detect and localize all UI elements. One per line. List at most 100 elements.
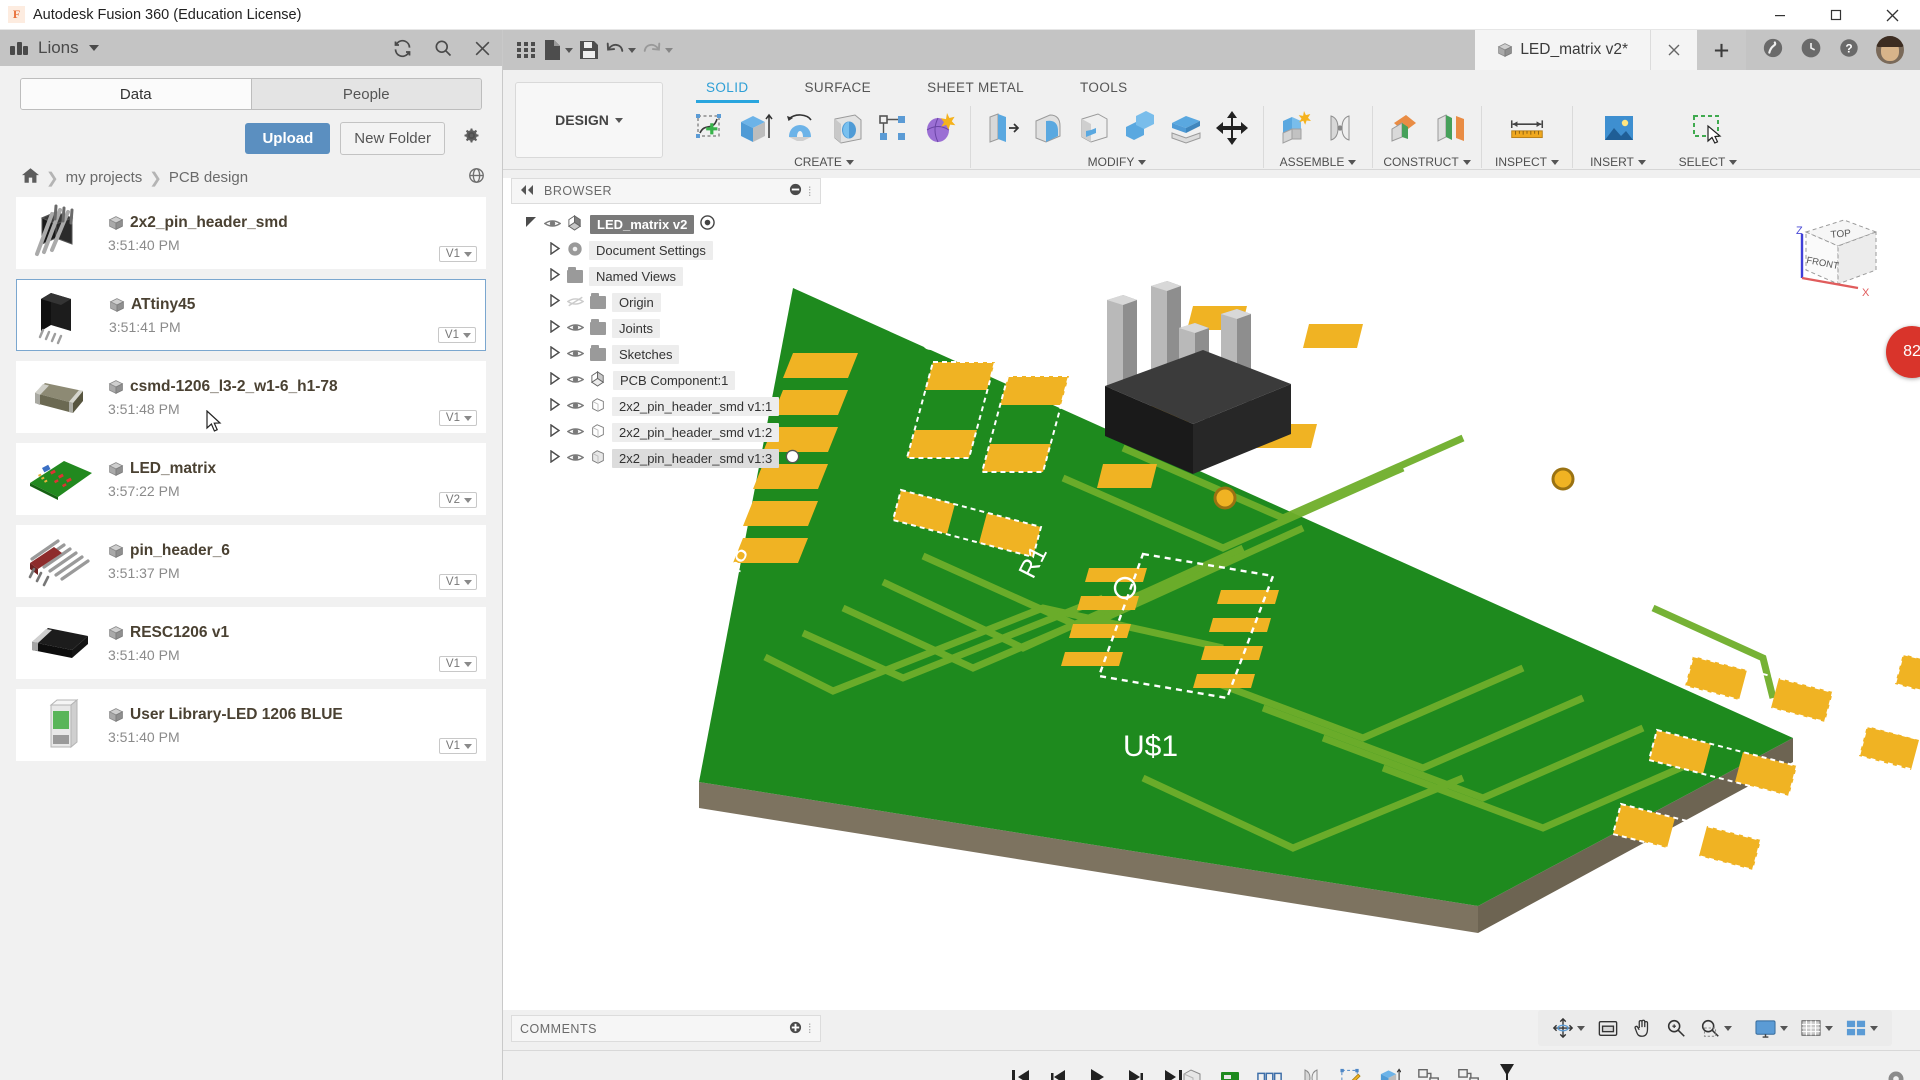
- tree-item-pcb-component[interactable]: PCB Component:1: [511, 367, 821, 393]
- plane-at-angle-icon[interactable]: [1427, 106, 1473, 150]
- tab-sheet-metal[interactable]: SHEET METAL: [899, 74, 1052, 103]
- create-sketch-icon[interactable]: [686, 106, 732, 150]
- redo-icon[interactable]: [642, 41, 673, 59]
- revolve-icon[interactable]: [778, 106, 824, 150]
- expand-triangle-right-icon[interactable]: [549, 345, 561, 362]
- close-panel-icon[interactable]: [473, 39, 492, 58]
- view-cube[interactable]: TOP FRONT Z X: [1772, 206, 1892, 316]
- visibility-eye-icon[interactable]: [566, 373, 585, 388]
- list-item[interactable]: pin_header_6 3:51:37 PM V1: [16, 525, 486, 597]
- display-settings-icon[interactable]: [1750, 1018, 1792, 1039]
- minimize-button[interactable]: [1752, 0, 1808, 30]
- zoom-window-icon[interactable]: [1695, 1017, 1736, 1039]
- sketch-icon[interactable]: [1339, 1067, 1362, 1080]
- browser-resize-handle[interactable]: ⁞: [808, 184, 812, 199]
- tab-solid[interactable]: SOLID: [678, 74, 777, 103]
- tab-people[interactable]: People: [250, 79, 481, 109]
- search-icon[interactable]: [433, 38, 453, 58]
- list-item[interactable]: LED_matrix 3:57:22 PM V2: [16, 443, 486, 515]
- step-forward-icon[interactable]: [1125, 1068, 1145, 1080]
- paste-new-icon[interactable]: [1457, 1067, 1481, 1080]
- fillet-icon[interactable]: [1025, 106, 1071, 150]
- timeline-marker-icon[interactable]: [1497, 1063, 1517, 1080]
- tree-item-pin-header-2[interactable]: 2x2_pin_header_smd v1:2: [511, 419, 821, 445]
- grid-snap-icon[interactable]: [1796, 1018, 1837, 1038]
- save-icon[interactable]: [579, 40, 599, 60]
- tree-item-pin-header-3[interactable]: 2x2_pin_header_smd v1:3: [511, 445, 821, 471]
- new-component-icon[interactable]: [1272, 106, 1318, 150]
- breadcrumb-pcb-design[interactable]: PCB design: [169, 169, 248, 186]
- list-item[interactable]: ATtiny45 3:51:41 PM V1: [16, 279, 486, 351]
- measure-icon[interactable]: [1504, 106, 1550, 150]
- insert-image-icon[interactable]: [1595, 106, 1641, 150]
- ribbon-group-modify-label[interactable]: MODIFY: [971, 155, 1263, 169]
- expand-triangle-down-icon[interactable]: [525, 216, 538, 232]
- expand-triangle-right-icon[interactable]: [549, 267, 561, 284]
- tree-item-sketches[interactable]: Sketches: [511, 341, 821, 367]
- expand-triangle-right-icon[interactable]: [549, 319, 561, 336]
- list-item[interactable]: 2x2_pin_header_smd 3:51:40 PM V1: [16, 197, 486, 269]
- extrude-icon[interactable]: [732, 106, 778, 150]
- select-window-icon[interactable]: [1685, 106, 1731, 150]
- comments-resize-handle[interactable]: ⁞: [808, 1021, 812, 1036]
- tree-item-origin[interactable]: Origin: [511, 289, 821, 315]
- visibility-eye-icon[interactable]: [566, 425, 585, 440]
- help-icon[interactable]: ?: [1838, 37, 1860, 64]
- tree-item-named-views[interactable]: Named Views: [511, 263, 821, 289]
- look-at-icon[interactable]: [1593, 1018, 1623, 1038]
- browser-collapse-icon[interactable]: [520, 184, 534, 198]
- undo-icon[interactable]: [605, 41, 636, 59]
- browser-collapse-all-icon[interactable]: [789, 183, 802, 199]
- pattern-icon[interactable]: [870, 106, 916, 150]
- go-to-end-icon[interactable]: [1163, 1068, 1183, 1080]
- version-selector[interactable]: V1: [438, 246, 477, 262]
- ribbon-group-assemble-label[interactable]: ASSEMBLE: [1264, 155, 1372, 169]
- new-design-icon[interactable]: [543, 39, 573, 61]
- offset-face-icon[interactable]: [1163, 106, 1209, 150]
- home-icon[interactable]: [22, 168, 39, 187]
- ribbon-group-inspect-label[interactable]: INSPECT: [1482, 155, 1572, 169]
- shell-icon[interactable]: [1071, 106, 1117, 150]
- close-tab-icon[interactable]: [1651, 30, 1697, 70]
- visibility-eye-icon[interactable]: [543, 217, 562, 232]
- expand-triangle-right-icon[interactable]: [549, 241, 561, 258]
- tree-item-document-settings[interactable]: Document Settings: [511, 237, 821, 263]
- component-group-icon[interactable]: [1257, 1070, 1283, 1080]
- list-item[interactable]: RESC1206 v1 3:51:40 PM V1: [16, 607, 486, 679]
- maximize-button[interactable]: [1808, 0, 1864, 30]
- avatar[interactable]: [1876, 36, 1904, 64]
- globe-icon[interactable]: [467, 166, 486, 189]
- breadcrumb-my-projects[interactable]: my projects: [66, 169, 143, 186]
- pan-icon[interactable]: [1627, 1017, 1657, 1039]
- ribbon-group-create-label[interactable]: CREATE: [678, 155, 970, 169]
- viewports-icon[interactable]: [1841, 1018, 1882, 1038]
- play-icon[interactable]: [1087, 1067, 1107, 1080]
- upload-button[interactable]: Upload: [245, 122, 331, 154]
- extrude-icon[interactable]: [1378, 1067, 1402, 1080]
- joint-icon[interactable]: [1318, 106, 1364, 150]
- tree-item-joints[interactable]: Joints: [511, 315, 821, 341]
- close-button[interactable]: [1864, 0, 1920, 30]
- version-selector[interactable]: V1: [438, 656, 477, 672]
- body-icon[interactable]: [1181, 1067, 1203, 1080]
- version-selector[interactable]: V1: [438, 738, 477, 754]
- visibility-eye-icon[interactable]: [566, 321, 585, 336]
- new-tab-icon[interactable]: [1697, 30, 1746, 70]
- tab-surface[interactable]: SURFACE: [777, 74, 900, 103]
- ribbon-group-construct-label[interactable]: CONSTRUCT: [1373, 155, 1481, 169]
- list-item[interactable]: csmd-1206_l3-2_w1-6_h1-78 3:51:48 PM V1: [16, 361, 486, 433]
- expand-triangle-right-icon[interactable]: [549, 423, 561, 440]
- ribbon-group-select-label[interactable]: SELECT: [1663, 155, 1753, 169]
- app-grid-icon[interactable]: [515, 39, 537, 61]
- version-selector[interactable]: V1: [437, 327, 476, 343]
- ribbon-group-insert-label[interactable]: INSERT: [1573, 155, 1663, 169]
- expand-triangle-right-icon[interactable]: [549, 449, 561, 466]
- visibility-eye-icon[interactable]: [566, 399, 585, 414]
- tree-item-pin-header-1[interactable]: 2x2_pin_header_smd v1:1: [511, 393, 821, 419]
- tab-data[interactable]: Data: [21, 79, 251, 109]
- workspace-selector[interactable]: DESIGN: [515, 82, 663, 158]
- visibility-eye-icon[interactable]: [566, 451, 585, 466]
- settings-gear-icon[interactable]: [461, 125, 482, 151]
- circle-icon[interactable]: [785, 449, 800, 467]
- combine-icon[interactable]: [1117, 106, 1163, 150]
